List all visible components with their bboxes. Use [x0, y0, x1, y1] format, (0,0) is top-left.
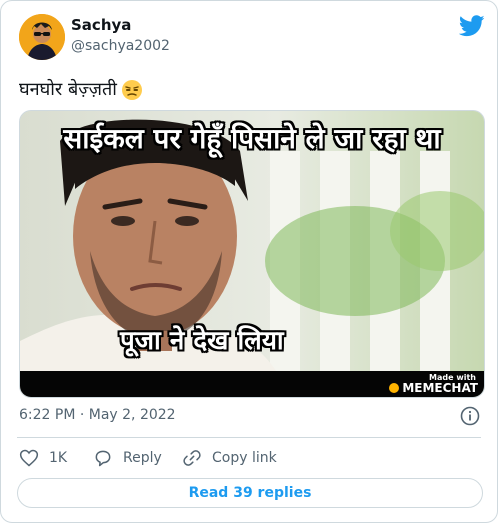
reply-label: Reply	[123, 450, 162, 466]
divider	[17, 437, 481, 438]
meme-image[interactable]: साईकल पर गेहूँ पिसाने ले जा रहा था पूजा …	[19, 110, 485, 398]
link-icon	[183, 450, 201, 466]
unamused-face-emoji-icon	[121, 80, 142, 100]
heart-icon	[19, 449, 39, 467]
tweet-card: Sachya @sachya2002 घनघोर बेज़्ज़ती साईकल…	[0, 0, 498, 523]
meme-caption-bottom: पूजा ने देख लिया	[120, 326, 284, 356]
read-replies-button[interactable]: Read 39 replies	[17, 478, 483, 508]
avatar-image	[19, 14, 65, 60]
like-button[interactable]: 1K	[19, 447, 67, 469]
twitter-bird-icon[interactable]	[459, 15, 485, 37]
watermark-bar: Made with MEMECHAT	[20, 371, 484, 397]
copy-link-button[interactable]: Copy link	[182, 447, 277, 469]
reply-button[interactable]: Reply	[93, 447, 162, 469]
memechat-logo-icon	[389, 383, 400, 393]
author-handle[interactable]: @sachya2002	[71, 38, 170, 54]
like-count: 1K	[49, 450, 68, 466]
author-name[interactable]: Sachya	[71, 16, 131, 34]
info-icon[interactable]	[460, 406, 480, 426]
avatar[interactable]	[19, 14, 65, 60]
reply-bubble-icon	[95, 450, 111, 467]
tweet-text: घनघोर बेज़्ज़ती	[19, 77, 143, 101]
meme-caption-top: साईकल पर गेहूँ पिसाने ले जा रहा था	[63, 122, 441, 155]
copy-link-label: Copy link	[212, 450, 277, 466]
watermark-brand: MEMECHAT	[389, 381, 478, 395]
tweet-body: घनघोर बेज़्ज़ती	[19, 79, 117, 100]
watermark-brand-text: MEMECHAT	[402, 381, 478, 395]
tweet-timestamp[interactable]: 6:22 PM · May 2, 2022	[19, 407, 176, 423]
